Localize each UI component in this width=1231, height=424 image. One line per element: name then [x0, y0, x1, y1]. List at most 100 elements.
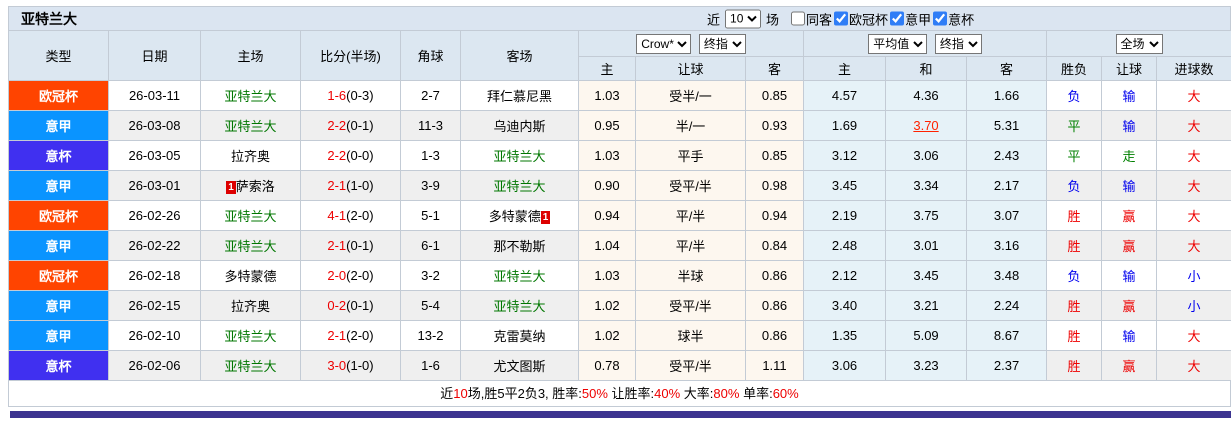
asia-away-odds-cell: 0.98 — [744, 170, 805, 201]
europe-odds-stage-select[interactable]: 终指 — [934, 33, 982, 54]
odds-value: 4.57 — [831, 88, 858, 103]
result-value: 赢 — [1122, 299, 1136, 314]
corner-cell: 13-2 — [400, 320, 461, 351]
score-cell: 2-2(0-1) — [300, 110, 401, 141]
result-handicap-cell: 输 — [1101, 320, 1158, 351]
team-name: 乌迪内斯 — [493, 119, 546, 134]
fulltime-score: 2-1 — [327, 238, 347, 253]
team-name: 多特蒙德 — [488, 209, 541, 224]
summary-segment: 50% — [581, 386, 608, 401]
result-value: 输 — [1122, 269, 1136, 284]
result-wdl-cell: 胜 — [1046, 350, 1103, 381]
odds-value: 5.31 — [993, 118, 1020, 133]
filter-checkbox-同客[interactable] — [791, 11, 806, 26]
date-cell: 26-02-22 — [108, 230, 201, 261]
bottom-divider-bar — [10, 411, 1231, 418]
away-team-cell: 克雷莫纳 — [460, 320, 579, 351]
recent-count-select[interactable]: 10 — [725, 9, 762, 28]
result-handicap-cell: 赢 — [1101, 230, 1158, 261]
odds-value: 3.75 — [913, 208, 939, 223]
euro-draw-odds-cell: 3.21 — [885, 290, 968, 321]
result-goals-cell: 大 — [1156, 320, 1231, 351]
euro-home-odds-cell: 3.40 — [803, 290, 887, 321]
away-team-cell: 多特蒙德 1 — [460, 200, 579, 231]
date-cell: 26-02-26 — [108, 200, 201, 231]
away-team-cell: 亚特兰大 — [460, 260, 579, 291]
col-type: 类型 — [8, 30, 109, 81]
asia-away-odds-cell: 0.93 — [744, 110, 805, 141]
away-team-cell: 那不勒斯 — [460, 230, 579, 261]
date-cell: 26-03-01 — [108, 170, 201, 201]
odds-value: 3.45 — [831, 178, 858, 193]
team-name: 尤文图斯 — [493, 359, 546, 374]
date-cell: 26-02-06 — [108, 350, 201, 381]
corner-cell: 3-9 — [400, 170, 461, 201]
filter-欧冠杯[interactable]: 欧冠杯 — [834, 9, 888, 28]
asia-handicap-cell: 平/半 — [635, 230, 746, 261]
result-scope-select[interactable]: 全场 — [1115, 33, 1163, 54]
summary-segment: 场,胜5平2负3, 胜率: — [467, 386, 582, 401]
filter-checkbox-欧冠杯[interactable] — [834, 11, 849, 26]
result-value: 大 — [1187, 89, 1201, 104]
asia-home-odds-cell: 1.03 — [578, 260, 636, 291]
col-asia-home: 主 — [578, 56, 636, 81]
result-goals-cell: 大 — [1156, 80, 1231, 111]
summary-segment: 10 — [453, 386, 468, 401]
odds-value: 1.69 — [831, 118, 858, 133]
away-team-cell: 亚特兰大 — [460, 170, 579, 201]
result-value: 大 — [1187, 239, 1201, 254]
odds-value: 3.40 — [831, 298, 858, 313]
filter-checkbox-意杯[interactable] — [933, 11, 948, 26]
halftime-score: (0-0) — [346, 148, 374, 163]
asia-away-odds-cell: 1.11 — [744, 350, 805, 381]
europe-odds-source-select[interactable]: 平均值 — [868, 33, 928, 54]
col-result-handicap: 让球 — [1101, 56, 1158, 81]
result-goals-cell: 小 — [1156, 290, 1231, 321]
halftime-score: (0-1) — [346, 298, 374, 313]
result-value: 输 — [1122, 119, 1136, 134]
asia-odds-stage-select[interactable]: 终指 — [698, 33, 746, 54]
asia-away-odds-cell: 0.85 — [744, 80, 805, 111]
asia-odds-source-select[interactable]: Crow* — [636, 33, 692, 54]
result-wdl-cell: 胜 — [1046, 320, 1103, 351]
fulltime-score: 2-1 — [327, 328, 347, 343]
summary-segment: 大率: — [680, 386, 714, 401]
filter-意杯[interactable]: 意杯 — [933, 9, 974, 28]
asia-home-odds-cell: 1.02 — [578, 320, 636, 351]
asia-away-odds-cell: 0.94 — [744, 200, 805, 231]
halftime-score: (2-0) — [346, 268, 374, 283]
euro-draw-odds-cell: 3.34 — [885, 170, 968, 201]
league-type-cell: 意甲 — [8, 320, 109, 351]
asia-handicap-cell: 平/半 — [635, 200, 746, 231]
result-value: 走 — [1122, 149, 1136, 164]
team-name: 亚特兰大 — [224, 329, 277, 344]
euro-away-odds-cell: 8.67 — [966, 320, 1048, 351]
asia-away-odds-cell: 0.86 — [744, 320, 805, 351]
corner-cell: 1-6 — [400, 350, 461, 381]
result-wdl-cell: 负 — [1046, 80, 1103, 111]
result-value: 负 — [1067, 269, 1081, 284]
filter-同客[interactable]: 同客 — [791, 9, 832, 28]
asia-away-odds-cell: 0.85 — [744, 140, 805, 171]
team-title: 亚特兰大 — [21, 10, 77, 27]
summary-segment: 近 — [440, 386, 454, 401]
euro-away-odds-cell: 3.48 — [966, 260, 1048, 291]
filter-checkbox-意甲[interactable] — [890, 11, 905, 26]
fulltime-score: 0-2 — [327, 298, 347, 313]
result-wdl-cell: 负 — [1046, 260, 1103, 291]
filter-label: 同客 — [806, 12, 833, 27]
team-name: 克雷莫纳 — [493, 329, 546, 344]
filter-意甲[interactable]: 意甲 — [890, 9, 931, 28]
result-handicap-cell: 走 — [1101, 140, 1158, 171]
team-name: 亚特兰大 — [493, 149, 546, 164]
odds-value: 3.70 — [913, 118, 939, 133]
score-cell: 2-1(2-0) — [300, 320, 401, 351]
result-value: 平 — [1067, 149, 1081, 164]
match-row: 意甲 26-02-15 拉齐奥 0-2(0-1) 5-4 亚特兰大 1.02 受平/半 0.86… — [8, 290, 1231, 321]
team-name: 萨索洛 — [235, 179, 275, 194]
euro-draw-odds-cell: 4.36 — [885, 80, 968, 111]
odds-value: 3.45 — [913, 268, 939, 283]
euro-home-odds-cell: 2.19 — [803, 200, 887, 231]
result-value: 大 — [1187, 209, 1201, 224]
result-goals-cell: 大 — [1156, 140, 1231, 171]
